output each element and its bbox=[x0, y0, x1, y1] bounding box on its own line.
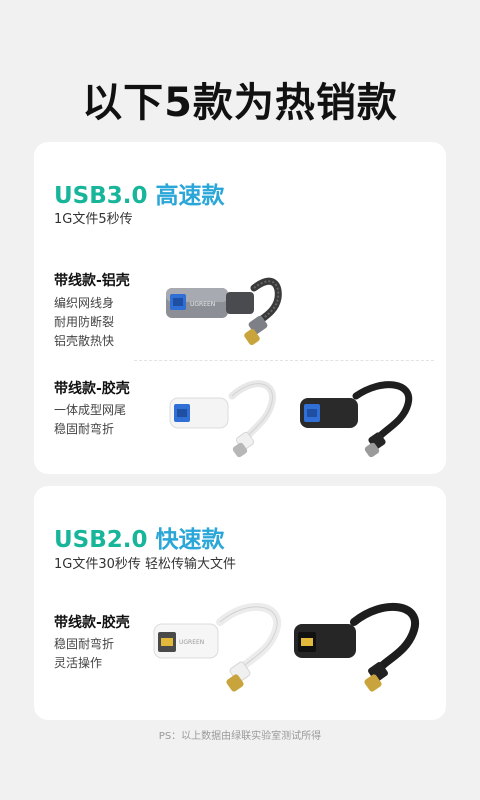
usb3-rubber-label: 带线款-胶壳 bbox=[54, 381, 130, 397]
usb3-heading-usb: USB3.0 bbox=[54, 183, 148, 209]
usb3-heading: USB3.0 高速款 bbox=[54, 176, 225, 210]
usb2-subtitle: 1G文件30秒传 轻松传输大文件 bbox=[54, 557, 237, 572]
usb2-black-adapter-image bbox=[294, 602, 420, 692]
usb3-black-adapter-image bbox=[300, 381, 413, 458]
usb2-white-adapter-image: UGREEN bbox=[153, 602, 282, 692]
feature-text: 一体成型网尾 bbox=[54, 403, 127, 417]
usb2-heading: USB2.0 快速款 bbox=[54, 520, 225, 554]
feature-text: 耐用防断裂 bbox=[54, 315, 115, 329]
usb2-heading-speed: 快速款 bbox=[155, 527, 225, 553]
aluminum-adapter-image: UGREEN bbox=[166, 277, 282, 345]
usb2-rubber-label: 带线款-胶壳 bbox=[54, 615, 130, 631]
usb3-heading-speed: 高速款 bbox=[155, 183, 225, 209]
page-title: 以下5款为热销款 bbox=[82, 80, 398, 126]
usb3-aluminum-label: 带线款-铝壳 bbox=[54, 273, 130, 289]
feature-text: 稳固耐弯折 bbox=[54, 422, 115, 436]
usb3-rubber-features: 一体成型网尾 稳固耐弯折 bbox=[54, 401, 126, 439]
feature-text: 编织网线身 bbox=[54, 296, 115, 310]
usb3-card: USB3.0 高速款 1G文件5秒传 带线款-铝壳 编织网线身 耐用防断裂 铝壳… bbox=[34, 142, 446, 474]
usb2-heading-usb: USB2.0 bbox=[54, 527, 148, 553]
footnote: PS：以上数据由绿联实验室测试所得 bbox=[158, 731, 322, 742]
usb2-white-adapter-brand: UGREEN bbox=[179, 639, 204, 646]
feature-text: 灵活操作 bbox=[54, 656, 103, 670]
usb3-aluminum-features: 编织网线身 耐用防断裂 铝壳散热快 bbox=[54, 294, 114, 351]
usb2-rubber-features: 稳固耐弯折 灵活操作 bbox=[54, 635, 114, 673]
usb3-subtitle: 1G文件5秒传 bbox=[54, 212, 133, 227]
usb2-card: USB2.0 快速款 1G文件30秒传 轻松传输大文件 带线款-胶壳 稳固耐弯折… bbox=[34, 486, 446, 720]
feature-text: 稳固耐弯折 bbox=[54, 637, 115, 651]
usb3-white-adapter-image bbox=[169, 380, 276, 458]
feature-text: 铝壳散热快 bbox=[54, 334, 115, 348]
aluminum-adapter-brand: UGREEN bbox=[190, 301, 215, 308]
card-divider bbox=[134, 360, 434, 361]
